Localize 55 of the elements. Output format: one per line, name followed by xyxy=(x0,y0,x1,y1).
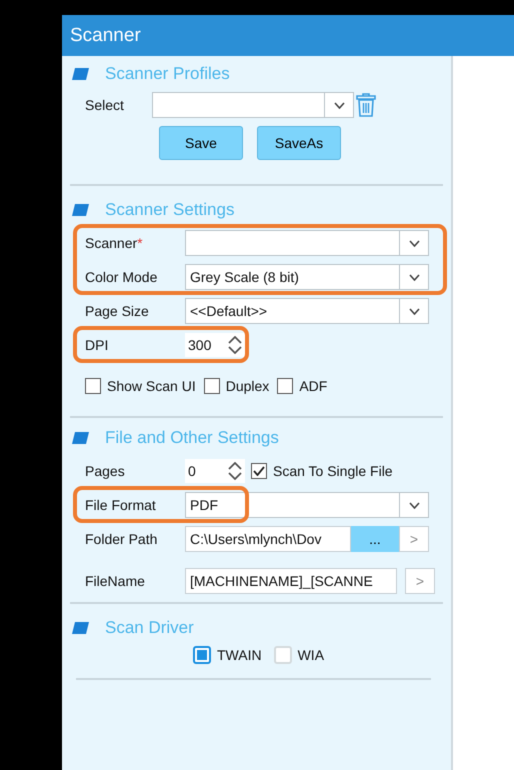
field-label: DPI xyxy=(85,337,110,353)
checkbox-label: Duplex xyxy=(226,378,270,394)
checkbox-label: Show Scan UI xyxy=(107,378,196,394)
section-heading: Scanner Settings xyxy=(105,200,234,220)
checkbox-label: Scan To Single File xyxy=(273,463,393,479)
check-icon xyxy=(253,466,265,476)
section-heading: Scanner Profiles xyxy=(105,64,230,84)
option-label: WIA xyxy=(298,647,324,663)
spinner-value: 0 xyxy=(188,463,196,479)
option-label: TWAIN xyxy=(217,647,262,663)
caret-icon xyxy=(408,274,420,280)
filename-field[interactable]: [MACHINENAME]_[SCANNE xyxy=(185,568,397,594)
section-icon xyxy=(72,622,89,634)
caret-icon xyxy=(408,308,420,314)
number-spinner[interactable]: 0 xyxy=(185,459,245,483)
checkbox[interactable] xyxy=(204,378,220,394)
spinner-arrows-icon[interactable] xyxy=(228,336,242,354)
section-icon xyxy=(72,204,89,216)
dropdown[interactable]: Grey Scale (8 bit) xyxy=(185,264,429,290)
section-heading: File and Other Settings xyxy=(105,428,279,448)
section-heading: Scan Driver xyxy=(105,618,194,638)
window-title: Scanner xyxy=(62,15,514,56)
checkbox-label: ADF xyxy=(299,378,328,394)
browse-button[interactable]: ... xyxy=(351,526,399,552)
field-label: Scanner* xyxy=(85,235,144,251)
field-label: Page Size xyxy=(85,303,150,319)
spinner-value: 300 xyxy=(188,337,212,353)
section-icon xyxy=(72,432,89,444)
number-spinner[interactable]: 300 xyxy=(185,333,245,357)
go-button[interactable]: > xyxy=(405,568,435,594)
field-label: FileName xyxy=(85,573,146,589)
field-label: File Format xyxy=(85,497,157,513)
caret-icon xyxy=(408,240,420,246)
path-field[interactable]: C:\Users\mlynch\Dov xyxy=(185,526,351,552)
checkbox[interactable] xyxy=(277,378,294,394)
dropdown[interactable]: <<Default>> xyxy=(185,298,429,324)
dropdown[interactable]: PDF xyxy=(185,492,429,518)
section-icon xyxy=(72,68,89,80)
dropdown-value: Grey Scale (8 bit) xyxy=(190,269,299,285)
checkbox[interactable] xyxy=(85,378,101,394)
caret-icon xyxy=(408,502,420,508)
spinner-arrows-icon[interactable] xyxy=(228,462,242,480)
go-button[interactable]: > xyxy=(399,526,429,552)
save-button[interactable]: Save xyxy=(159,126,243,160)
save-button[interactable]: SaveAs xyxy=(257,126,341,160)
checkbox[interactable] xyxy=(251,463,267,479)
field-label: Pages xyxy=(85,463,126,479)
dropdown-value: <<Default>> xyxy=(190,303,268,319)
dropdown-value: PDF xyxy=(190,497,218,513)
driver-option[interactable] xyxy=(193,646,211,664)
field-label: Select xyxy=(85,97,125,113)
field-label: Color Mode xyxy=(85,269,158,285)
field-label: Folder Path xyxy=(85,531,158,547)
caret-icon xyxy=(334,102,344,108)
trash-icon[interactable] xyxy=(356,93,376,117)
